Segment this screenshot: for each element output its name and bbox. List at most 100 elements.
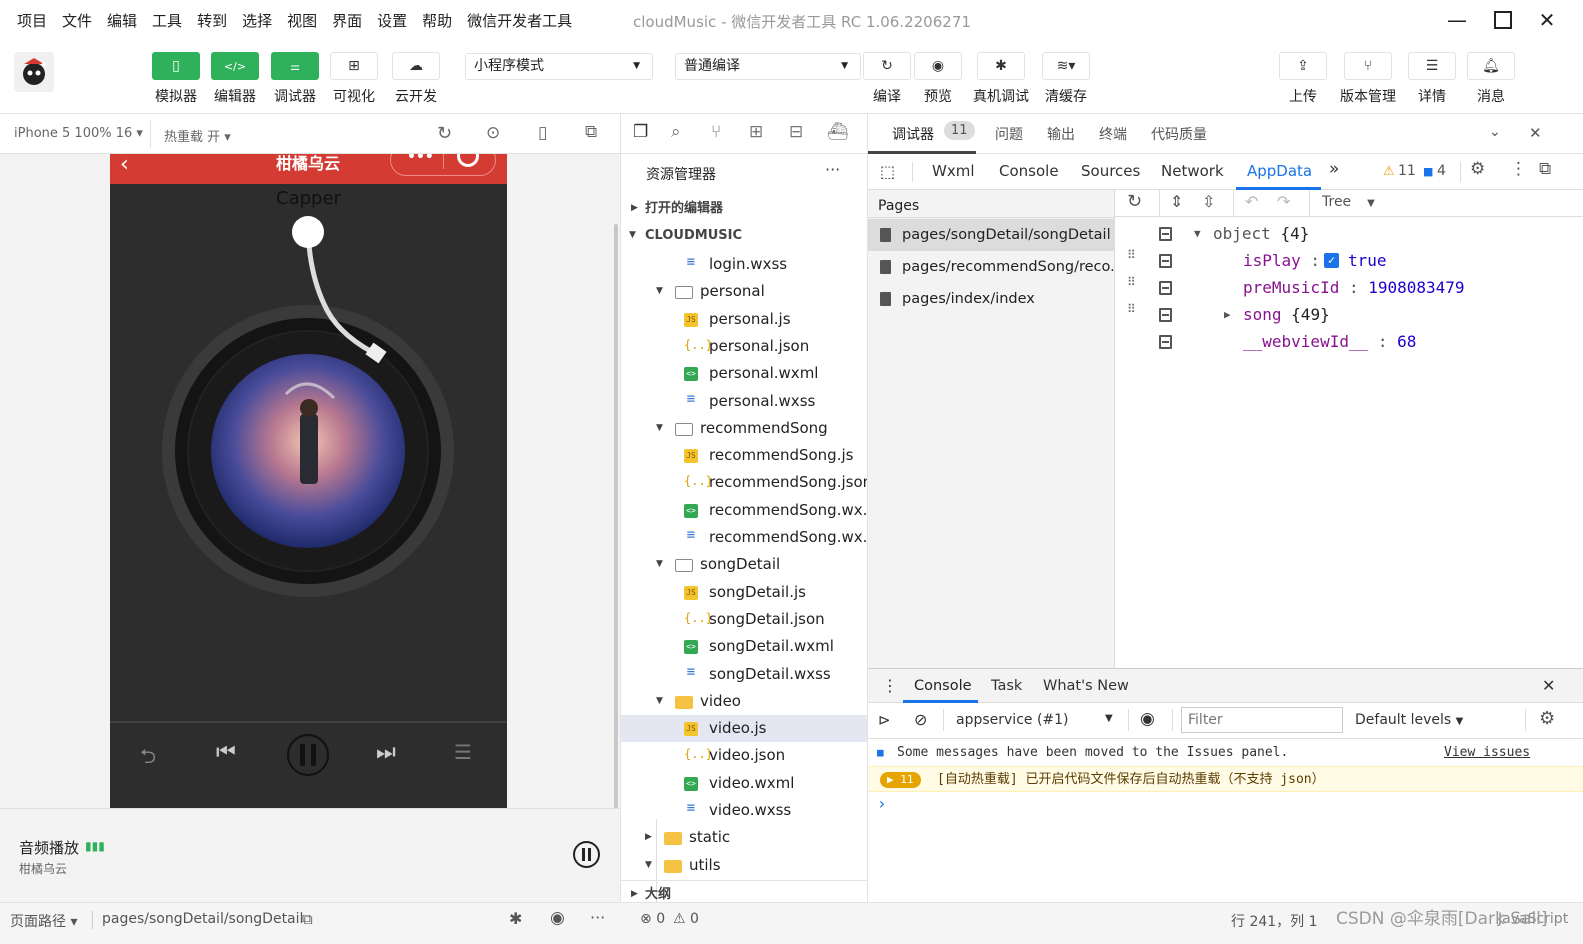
chevron-down-icon[interactable]: ▼ [656, 688, 663, 715]
file-item[interactable]: {..} songDetail.json [621, 606, 867, 633]
copy-icon[interactable]: ⧉ [302, 910, 313, 928]
bug-icon[interactable]: ✱ [509, 909, 522, 928]
folder-item[interactable]: ▶ static [621, 824, 867, 851]
menu-help[interactable]: 帮助 [414, 10, 459, 31]
menu-tools[interactable]: 工具 [144, 10, 189, 31]
editor-button[interactable]: </> 编辑器 [205, 52, 265, 106]
close-icon[interactable]: ✕ [1542, 676, 1555, 695]
tab-terminal[interactable]: 终端 [1099, 124, 1127, 144]
edit-icon[interactable] [1159, 308, 1172, 322]
tab-network[interactable]: Network [1161, 162, 1224, 180]
kebab-icon[interactable]: ⋮ [1510, 159, 1527, 179]
refresh-icon[interactable]: ↻ [437, 123, 452, 144]
file-item[interactable]: JS personal.js [621, 306, 867, 333]
clear-console-icon[interactable]: ⊘ [914, 710, 927, 729]
menu-wechat-devtools[interactable]: 微信开发者工具 [459, 10, 579, 31]
phone-icon[interactable]: ▯ [538, 123, 547, 143]
folder-item[interactable]: ▼ personal [621, 278, 867, 305]
cursor-position[interactable]: 行 241，列 1 [1231, 911, 1318, 931]
preview-button[interactable]: ◉ 预览 [908, 52, 968, 106]
gear-icon[interactable]: ⚙ [1539, 708, 1555, 729]
scrollbar[interactable] [614, 224, 618, 809]
file-item[interactable]: {..} video.json [621, 742, 867, 769]
chevron-right-icon[interactable]: ▶ [1224, 301, 1231, 328]
redo-icon[interactable]: ↷ [1277, 192, 1290, 211]
edit-icon[interactable] [1159, 227, 1172, 241]
stop-icon[interactable]: ⊙ [486, 123, 500, 143]
tab-console-drawer[interactable]: Console [914, 678, 972, 694]
git-icon[interactable]: ⑂ [711, 122, 721, 142]
warning-count-indicator[interactable]: ⚠ 0 [673, 911, 699, 927]
loop-icon[interactable]: ⮌ [140, 742, 156, 776]
close-icon[interactable]: ✕ [1529, 124, 1542, 142]
file-item[interactable]: <> recommendSong.wx... [621, 497, 867, 524]
file-item[interactable]: {..} personal.json [621, 333, 867, 360]
tab-output[interactable]: 输出 [1047, 124, 1075, 144]
hot-reload-toggle[interactable]: 热重载 开 ▾ [164, 126, 231, 145]
device-select[interactable]: iPhone 5 100% 16 ▾ [14, 126, 143, 141]
page-item[interactable]: pages/songDetail/songDetail [868, 219, 1115, 251]
info-icon[interactable]: ■ [1423, 165, 1433, 178]
files-icon[interactable]: ❐ [633, 122, 648, 142]
menu-project[interactable]: 项目 [0, 10, 54, 31]
file-item[interactable]: ≡ recommendSong.wx... [621, 524, 867, 551]
page-item[interactable]: pages/recommendSong/reco... [868, 251, 1115, 283]
file-item[interactable]: ≡ personal.wxss [621, 388, 867, 415]
folder-item[interactable]: ▼ video [621, 688, 867, 715]
checkbox[interactable]: ✓ [1324, 253, 1339, 268]
project-section[interactable]: ▼ CLOUDMUSIC [621, 222, 867, 249]
debugger-button[interactable]: ⚌ 调试器 [265, 52, 325, 106]
previous-icon[interactable]: ⏮ [216, 740, 236, 765]
details-button[interactable]: ☰ 详情 [1402, 52, 1462, 106]
chevron-down-icon[interactable]: ▼ [656, 278, 663, 305]
file-item[interactable]: ≡ songDetail.wxss [621, 661, 867, 688]
compile-select[interactable]: 普通编译 ▼ [675, 53, 861, 80]
drag-handle-icon[interactable]: ⠿ [1127, 276, 1136, 288]
file-item[interactable]: <> songDetail.wxml [621, 633, 867, 660]
mode-select[interactable]: 小程序模式 ▼ [465, 53, 653, 80]
filter-input[interactable] [1181, 707, 1343, 733]
file-item[interactable]: {..} recommendSong.json [621, 469, 867, 496]
error-count-indicator[interactable]: ⊗ 0 [640, 911, 665, 927]
close-window-icon[interactable]: ✕ [1535, 8, 1559, 32]
file-item[interactable]: ≡ video.wxss [621, 797, 867, 824]
menu-interface[interactable]: 界面 [324, 10, 369, 31]
menu-goto[interactable]: 转到 [189, 10, 234, 31]
chevron-down-icon[interactable]: ⌄ [1489, 124, 1501, 140]
simulator-button[interactable]: ▯ 模拟器 [146, 52, 206, 106]
drag-handle-icon[interactable]: ⠿ [1127, 249, 1136, 261]
tab-code-quality[interactable]: 代码质量 [1151, 124, 1207, 144]
tab-whats-new[interactable]: What's New [1043, 678, 1129, 694]
chevron-right-icon[interactable]: ▶ [645, 824, 652, 851]
open-editors-section[interactable]: ▶ 打开的编辑器 [621, 195, 867, 222]
outline-icon[interactable]: ⊟ [789, 122, 803, 142]
tree-row[interactable]: ⠿ ▶ song {49} [1115, 301, 1583, 328]
real-debug-button[interactable]: ✱ 真机调试 [971, 52, 1031, 106]
edit-icon[interactable] [1159, 335, 1172, 349]
folder-item[interactable]: ▼ recommendSong [621, 415, 867, 442]
page-item[interactable]: pages/index/index [868, 283, 1115, 315]
maximize-icon[interactable] [1491, 8, 1515, 32]
next-icon[interactable]: ⏭ [376, 740, 396, 765]
menu-select[interactable]: 选择 [234, 10, 279, 31]
chevron-down-icon[interactable]: ▼ [645, 852, 652, 879]
clear-cache-button[interactable]: ≋▾ 清缓存 [1036, 52, 1096, 106]
cloud-button[interactable]: ☁ 云开发 [386, 52, 446, 106]
tab-console[interactable]: Console [999, 162, 1059, 180]
tab-appdata[interactable]: AppData [1247, 162, 1312, 180]
caret-down-icon[interactable]: ▼ [1105, 713, 1113, 724]
tree-row-root[interactable]: ▼ object {4} [1115, 220, 1583, 247]
warning-icon[interactable]: ⚠ [1383, 164, 1395, 179]
tree-row[interactable]: ⠿ preMusicId : 1908083479 [1115, 274, 1583, 301]
eye-icon[interactable]: ◉ [550, 908, 565, 928]
messages-button[interactable]: 🔔︎ 消息 [1461, 52, 1521, 106]
tab-issues[interactable]: 问题 [995, 124, 1023, 144]
log-levels-select[interactable]: Default levels ▼ [1355, 712, 1463, 728]
file-item[interactable]: <> personal.wxml [621, 360, 867, 387]
pause-button[interactable] [287, 734, 329, 776]
tab-wxml[interactable]: Wxml [932, 162, 975, 180]
minimize-icon[interactable]: — [1445, 8, 1469, 32]
more-icon[interactable]: ··· [825, 160, 840, 179]
file-item[interactable]: JS songDetail.js [621, 579, 867, 606]
visual-button[interactable]: ⊞ 可视化 [324, 52, 384, 106]
